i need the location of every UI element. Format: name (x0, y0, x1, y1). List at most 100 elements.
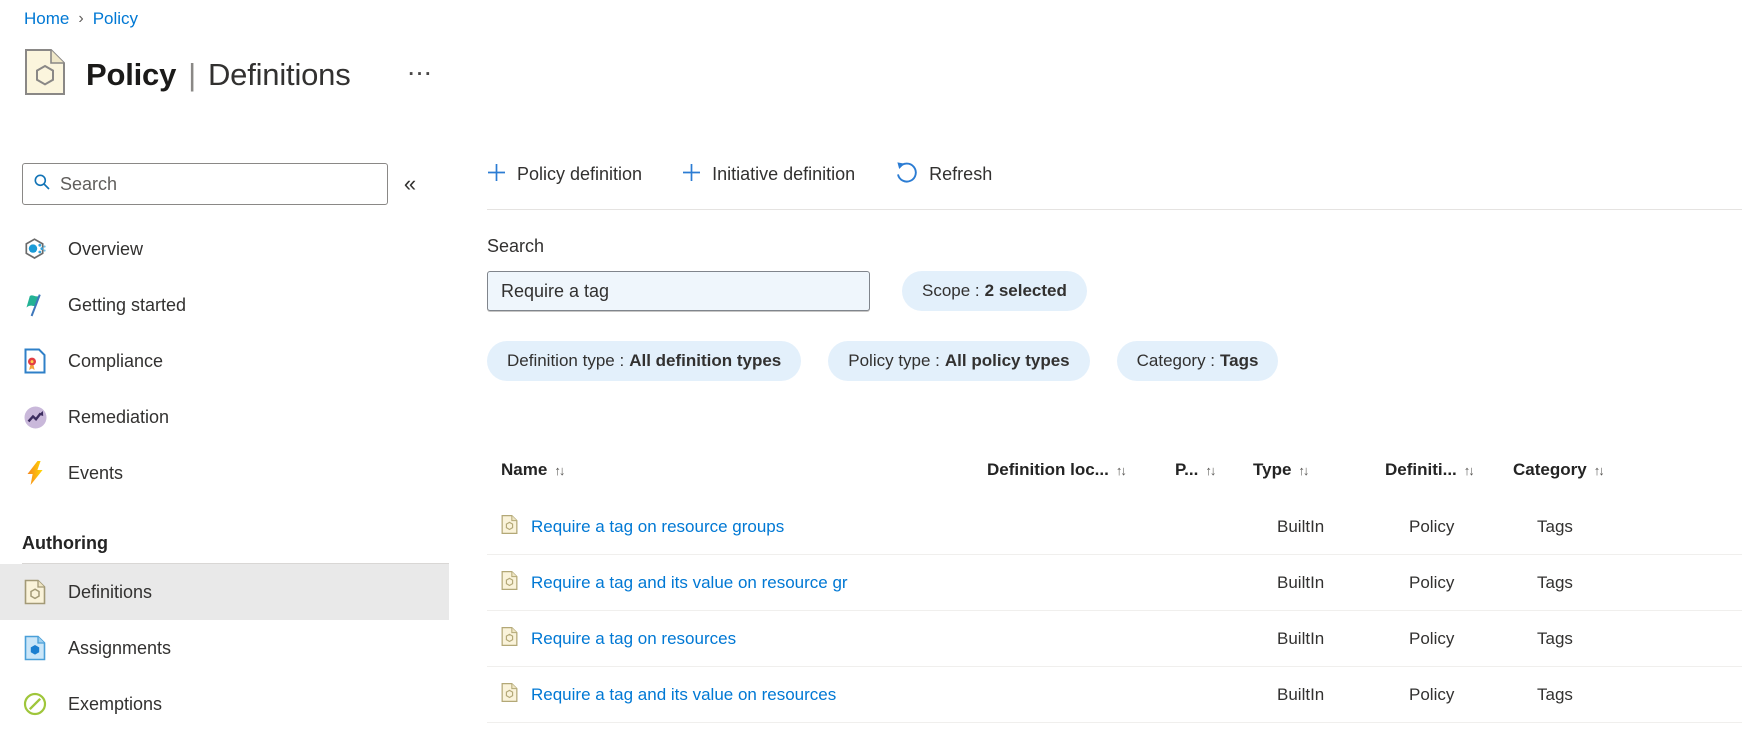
table-row[interactable]: Require a tag on resources BuiltIn Polic… (487, 611, 1742, 667)
cell-definition: Policy (1409, 684, 1455, 704)
sort-icon: ↑↓ (1115, 462, 1127, 478)
column-header-definition-location[interactable]: Definition loc... ↑↓ (987, 460, 1175, 480)
overview-icon (22, 237, 48, 262)
table-row[interactable]: Require a tag and its value on resource … (487, 555, 1742, 611)
sort-icon: ↑↓ (1593, 462, 1605, 478)
filter-label: Category : (1136, 351, 1216, 370)
more-menu-button[interactable]: ··· (409, 65, 434, 84)
sidebar-item-getting-started[interactable]: Getting started (0, 277, 449, 333)
getting-started-flag-icon (22, 293, 48, 317)
sidebar-item-exemptions[interactable]: Exemptions (0, 676, 449, 732)
toolbar: Policy definition Initiative definition (487, 140, 1742, 210)
plus-icon (682, 163, 701, 187)
definition-link[interactable]: Require a tag and its value on resources (531, 685, 836, 705)
sidebar-item-label: Compliance (68, 350, 164, 371)
sort-icon: ↑↓ (1205, 462, 1216, 478)
cell-definition: Policy (1409, 572, 1455, 592)
column-header-category[interactable]: Category ↑↓ (1513, 460, 1742, 480)
sidebar-item-remediation[interactable]: Remediation (0, 389, 449, 445)
filters-row: Scope : 2 selected (487, 271, 1742, 311)
table-row[interactable]: Require a tag on resource groups BuiltIn… (487, 499, 1742, 555)
policy-row-icon (501, 514, 518, 540)
sidebar-collapse-button[interactable]: « (388, 173, 432, 195)
sidebar-item-label: Assignments (68, 637, 172, 658)
policy-document-icon (24, 48, 66, 101)
sidebar-item-label: Overview (68, 238, 144, 259)
definition-link[interactable]: Require a tag on resource groups (531, 517, 784, 537)
page-title: Policy | Definitions (86, 57, 351, 93)
sidebar-item-label: Remediation (68, 406, 170, 427)
definition-link[interactable]: Require a tag on resources (531, 629, 736, 649)
cell-category: Tags (1537, 516, 1573, 536)
definition-link[interactable]: Require a tag and its value on resource … (531, 573, 848, 593)
main-content: Policy definition Initiative definition (487, 140, 1742, 743)
cell-category: Tags (1537, 684, 1573, 704)
policy-row-icon (501, 626, 518, 652)
column-header-p[interactable]: P... ↑↓ (1175, 460, 1253, 480)
definition-type-filter-pill[interactable]: Definition type : All definition types (487, 341, 802, 381)
sidebar-item-definitions[interactable]: Definitions (0, 564, 449, 620)
column-header-definition[interactable]: Definiti... ↑↓ (1385, 460, 1513, 480)
cell-type: BuiltIn (1277, 572, 1325, 592)
sidebar-item-compliance[interactable]: Compliance (0, 333, 449, 389)
category-filter-pill[interactable]: Category : Tags (1116, 341, 1279, 381)
assignments-icon (22, 635, 48, 661)
sidebar-search-row: « (22, 163, 449, 205)
policy-row-icon (501, 682, 518, 708)
page-title-separator: | (188, 56, 196, 92)
column-header-label: Name (501, 460, 548, 479)
column-header-label: Definition loc... (987, 460, 1109, 479)
policy-definition-button[interactable]: Policy definition (487, 163, 642, 187)
initiative-definition-button[interactable]: Initiative definition (682, 163, 855, 187)
events-lightning-icon (22, 460, 48, 486)
scope-filter-label: Scope : (922, 281, 980, 300)
sidebar-item-label: Events (68, 462, 124, 483)
scope-filter-pill[interactable]: Scope : 2 selected (902, 271, 1087, 311)
breadcrumb-policy-link[interactable]: Policy (93, 9, 138, 29)
filter-label: Definition type : (507, 351, 625, 370)
scope-filter-value: 2 selected (984, 281, 1067, 300)
cell-definition: Policy (1409, 516, 1455, 536)
cell-category: Tags (1537, 628, 1573, 648)
cell-category: Tags (1537, 572, 1573, 592)
sort-icon: ↑↓ (1298, 462, 1309, 478)
page-header: Policy | Definitions ··· (24, 48, 434, 101)
refresh-icon (895, 161, 918, 189)
toolbar-button-label: Policy definition (517, 164, 643, 184)
filter-value: Tags (1220, 351, 1259, 370)
table-header-row: Name ↑↓ Definition loc... ↑↓ P... ↑↓ Typ… (487, 441, 1742, 499)
sort-icon: ↑↓ (1463, 462, 1475, 478)
column-header-name[interactable]: Name ↑↓ (487, 460, 987, 480)
cell-type: BuiltIn (1277, 684, 1325, 704)
policy-row-icon (501, 570, 518, 596)
definition-search-input[interactable] (487, 271, 870, 311)
sidebar-item-assignments[interactable]: Assignments (0, 620, 449, 676)
definitions-table: Name ↑↓ Definition loc... ↑↓ P... ↑↓ Typ… (487, 441, 1742, 723)
sort-icon: ↑↓ (554, 462, 565, 478)
table-row[interactable]: Require a tag and its value on resources… (487, 667, 1742, 723)
definitions-icon (22, 579, 48, 605)
sidebar-item-label: Exemptions (68, 693, 163, 714)
remediation-icon (22, 405, 48, 430)
sidebar-item-events[interactable]: Events (0, 445, 449, 501)
sidebar-item-overview[interactable]: Overview (0, 221, 449, 277)
breadcrumb: Home › Policy (24, 9, 138, 29)
search-icon (33, 173, 51, 196)
filter-pills-row: Definition type : All definition types P… (487, 341, 1742, 381)
filter-value: All policy types (944, 351, 1070, 370)
breadcrumb-chevron-icon: › (78, 10, 84, 27)
sidebar-item-label: Getting started (68, 294, 187, 315)
cell-type: BuiltIn (1277, 516, 1325, 536)
toolbar-button-label: Initiative definition (712, 164, 856, 184)
column-header-label: Definiti... (1385, 460, 1457, 479)
toolbar-button-label: Refresh (929, 164, 993, 184)
sidebar-search-box[interactable] (22, 163, 388, 205)
compliance-icon (22, 348, 48, 374)
policy-type-filter-pill[interactable]: Policy type : All policy types (828, 341, 1090, 381)
exemptions-icon (22, 692, 48, 716)
column-header-type[interactable]: Type ↑↓ (1253, 460, 1385, 480)
refresh-button[interactable]: Refresh (895, 161, 992, 189)
plus-icon (487, 163, 506, 187)
breadcrumb-home-link[interactable]: Home (24, 9, 69, 29)
sidebar-search-input[interactable] (60, 173, 377, 195)
